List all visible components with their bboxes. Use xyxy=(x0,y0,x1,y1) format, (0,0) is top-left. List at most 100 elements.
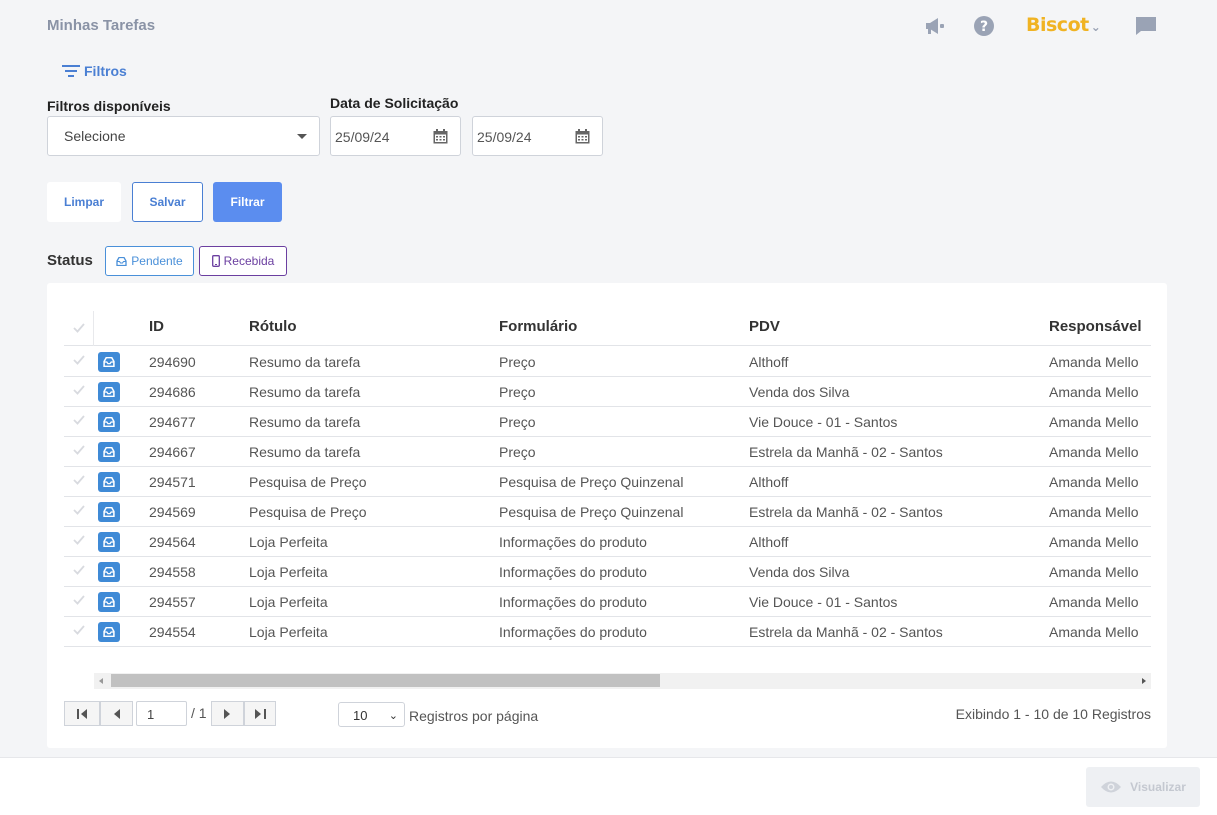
cell-formulario: Informações do produto xyxy=(499,594,647,610)
inbox-icon[interactable] xyxy=(98,382,120,402)
cell-formulario: Preço xyxy=(499,414,536,430)
table-row[interactable]: 294571 Pesquisa de Preço Pesquisa de Preço… xyxy=(64,467,1151,497)
cell-rotulo: Pesquisa de Preço xyxy=(249,504,367,520)
inbox-icon[interactable] xyxy=(98,562,120,582)
calendar-icon[interactable] xyxy=(575,129,590,144)
last-page-button[interactable] xyxy=(244,701,276,726)
cell-formulario: Pesquisa de Preço Quinzenal xyxy=(499,504,684,520)
row-checkbox[interactable] xyxy=(73,415,85,425)
row-checkbox[interactable] xyxy=(73,595,85,605)
cell-responsavel: Amanda Mello xyxy=(1049,474,1139,490)
prev-page-button[interactable] xyxy=(100,701,133,726)
inbox-icon[interactable] xyxy=(98,472,120,492)
chip-label: Recebida xyxy=(223,254,275,268)
cell-id: 294564 xyxy=(149,534,196,550)
horizontal-scrollbar[interactable] xyxy=(94,673,1151,689)
filters-toggle-label: Filtros xyxy=(84,63,127,79)
row-checkbox[interactable] xyxy=(73,625,85,635)
available-filters-select[interactable]: Selecione xyxy=(47,116,320,156)
inbox-icon[interactable] xyxy=(98,442,120,462)
cell-rotulo: Resumo da tarefa xyxy=(249,444,361,460)
table-row[interactable]: 294558 Loja Perfeita Informações do produt… xyxy=(64,557,1151,587)
table-row[interactable]: 294564 Loja Perfeita Informações do produt… xyxy=(64,527,1151,557)
inbox-icon[interactable] xyxy=(98,352,120,372)
table-row[interactable]: 294667 Resumo da tarefa Preço Estrela da Ma… xyxy=(64,437,1151,467)
chat-icon[interactable] xyxy=(1134,14,1158,38)
view-button-label: Visualizar xyxy=(1130,780,1186,794)
page-number-input[interactable]: 1 xyxy=(136,701,187,726)
inbox-icon[interactable] xyxy=(98,502,120,522)
column-header-responsavel[interactable]: Responsável xyxy=(1049,318,1142,335)
row-checkbox[interactable] xyxy=(73,535,85,545)
cell-pdv: Althoff xyxy=(749,534,789,550)
calendar-icon[interactable] xyxy=(433,129,448,144)
per-page-select[interactable]: 10 ⌄ xyxy=(338,702,405,727)
column-header-pdv[interactable]: PDV xyxy=(749,318,780,335)
table-row[interactable]: 294569 Pesquisa de Preço Pesquisa de Preço… xyxy=(64,497,1151,527)
status-chip-recebida[interactable]: Recebida xyxy=(199,246,287,276)
inbox-icon[interactable] xyxy=(98,532,120,552)
cell-formulario: Preço xyxy=(499,354,536,370)
date-to-input[interactable]: 25/09/24 xyxy=(472,116,603,156)
table-row[interactable]: 294690 Resumo da tarefa Preço Althoff Amanda… xyxy=(64,347,1151,377)
cell-pdv: Althoff xyxy=(749,354,789,370)
clear-button[interactable]: Limpar xyxy=(47,182,121,222)
cell-id: 294557 xyxy=(149,594,196,610)
status-chip-pendente[interactable]: Pendente xyxy=(105,246,194,276)
row-checkbox[interactable] xyxy=(73,565,85,575)
row-checkbox[interactable] xyxy=(73,385,85,395)
table-row[interactable]: 294557 Loja Perfeita Informações do produt… xyxy=(64,587,1151,617)
table-row[interactable]: 294686 Resumo da tarefa Preço Venda dos Sil… xyxy=(64,377,1151,407)
cell-rotulo: Resumo da tarefa xyxy=(249,384,361,400)
records-summary: Exibindo 1 - 10 de 10 Registros xyxy=(955,706,1151,722)
column-header-rotulo[interactable]: Rótulo xyxy=(249,318,296,335)
cell-id: 294571 xyxy=(149,474,196,490)
cell-pdv: Estrela da Manhã - 02 - Santos xyxy=(749,504,943,520)
row-checkbox[interactable] xyxy=(73,445,85,455)
row-checkbox[interactable] xyxy=(73,475,85,485)
cell-rotulo: Resumo da tarefa xyxy=(249,414,361,430)
scroll-left-arrow-icon[interactable] xyxy=(99,678,103,684)
inbox-icon[interactable] xyxy=(98,412,120,432)
column-header-id[interactable]: ID xyxy=(149,318,164,335)
row-checkbox[interactable] xyxy=(73,355,85,365)
cell-rotulo: Pesquisa de Preço xyxy=(249,474,367,490)
inbox-icon[interactable] xyxy=(98,592,120,612)
save-button[interactable]: Salvar xyxy=(132,182,203,222)
date-from-input[interactable]: 25/09/24 xyxy=(330,116,461,156)
cell-pdv: Vie Douce - 01 - Santos xyxy=(749,594,898,610)
brand-logo[interactable]: Biscot ⌄ xyxy=(1026,14,1101,36)
filter-button[interactable]: Filtrar xyxy=(213,182,282,222)
available-filters-label: Filtros disponíveis xyxy=(47,98,171,114)
scrollbar-thumb[interactable] xyxy=(111,674,660,687)
select-all-checkbox[interactable] xyxy=(73,323,85,333)
view-button[interactable]: Visualizar xyxy=(1086,767,1200,807)
cell-pdv: Venda dos Silva xyxy=(749,384,850,400)
cell-id: 294677 xyxy=(149,414,196,430)
first-page-button[interactable] xyxy=(64,701,100,726)
scroll-right-arrow-icon[interactable] xyxy=(1142,678,1146,684)
cell-rotulo: Loja Perfeita xyxy=(249,564,328,580)
table-row[interactable]: 294677 Resumo da tarefa Preço Vie Douce - 0… xyxy=(64,407,1151,437)
cell-responsavel: Amanda Mello xyxy=(1049,594,1139,610)
megaphone-icon[interactable] xyxy=(923,14,947,38)
cell-responsavel: Amanda Mello xyxy=(1049,444,1139,460)
cell-formulario: Informações do produto xyxy=(499,624,647,640)
next-page-button[interactable] xyxy=(211,701,244,726)
cell-formulario: Informações do produto xyxy=(499,564,647,580)
column-divider xyxy=(93,311,94,346)
cell-rotulo: Resumo da tarefa xyxy=(249,354,361,370)
chevron-down-icon: ⌄ xyxy=(388,710,398,722)
cell-rotulo: Loja Perfeita xyxy=(249,534,328,550)
inbox-icon[interactable] xyxy=(98,622,120,642)
svg-text:?: ? xyxy=(980,19,988,35)
row-checkbox[interactable] xyxy=(73,505,85,515)
filters-toggle[interactable]: Filtros xyxy=(62,63,127,79)
cell-id: 294558 xyxy=(149,564,196,580)
cell-pdv: Althoff xyxy=(749,474,789,490)
help-icon[interactable]: ? xyxy=(972,14,996,38)
cell-formulario: Preço xyxy=(499,444,536,460)
column-header-formulario[interactable]: Formulário xyxy=(499,318,577,335)
tasks-table-card: ID Rótulo Formulário PDV Responsável 294… xyxy=(47,283,1167,748)
table-row[interactable]: 294554 Loja Perfeita Informações do produt… xyxy=(64,617,1151,647)
